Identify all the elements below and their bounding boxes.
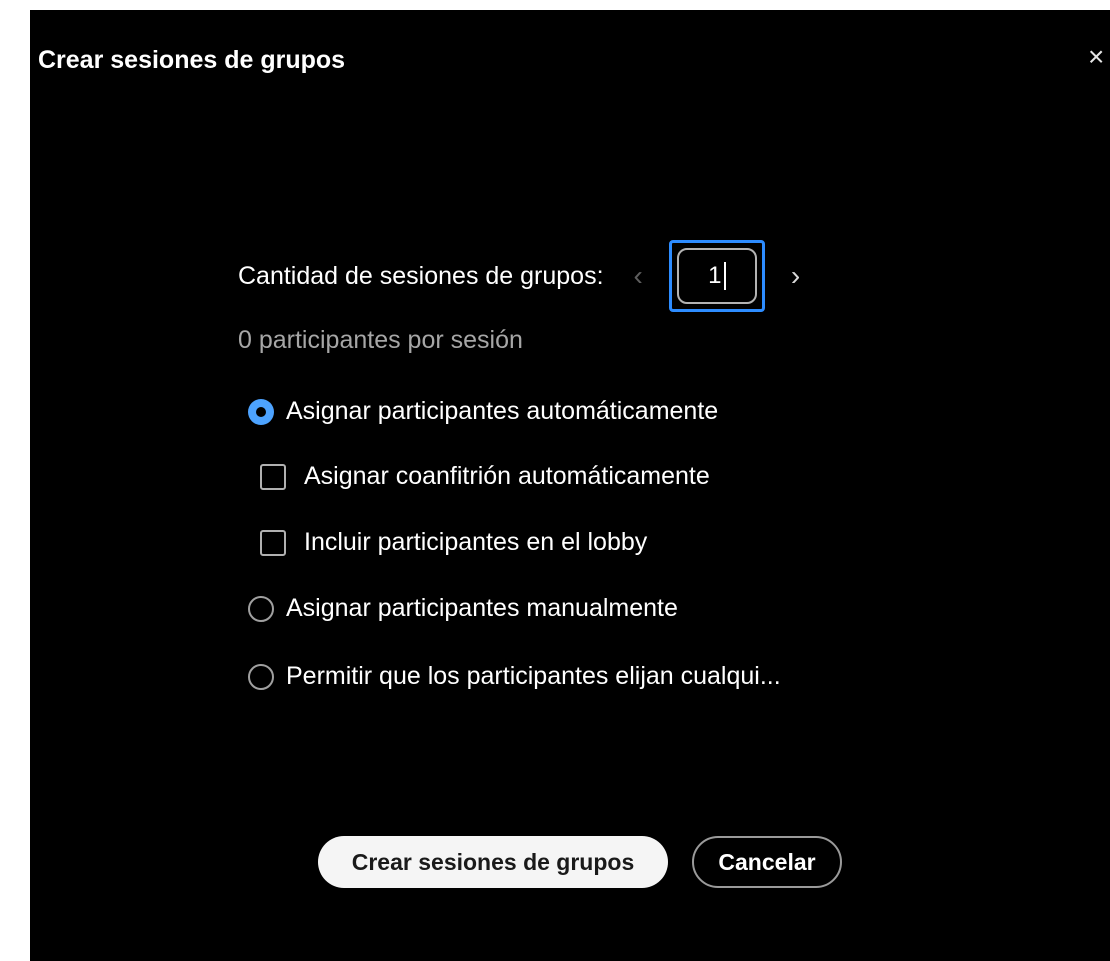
checkbox-include-lobby[interactable]: Incluir participantes en el lobby (260, 528, 647, 557)
cancel-button[interactable]: Cancelar (692, 836, 842, 888)
room-count-stepper[interactable]: 1 (668, 240, 765, 312)
room-count-input[interactable]: 1 (676, 248, 757, 304)
radio-unselected-icon (248, 595, 274, 622)
radio-unselected-icon (248, 663, 274, 690)
radio-assign-automatically-label: Asignar participantes automáticamente (286, 397, 719, 425)
radio-assign-manually-label: Asignar participantes manualmente (286, 594, 678, 622)
room-count-row: Cantidad de sesiones de grupos: ‹ 1 › (238, 238, 800, 314)
checkbox-include-lobby-label: Incluir participantes en el lobby (304, 528, 648, 556)
increment-chevron-right-icon[interactable]: › (791, 261, 800, 291)
room-count-label: Cantidad de sesiones de grupos: (238, 261, 604, 290)
create-breakout-rooms-button[interactable]: Crear sesiones de grupos (318, 836, 668, 888)
checkbox-unchecked-icon (260, 463, 286, 490)
close-icon[interactable]: × (1088, 42, 1110, 72)
radio-let-participants-choose[interactable]: Permitir que los participantes elijan cu… (248, 662, 781, 691)
radio-assign-manually[interactable]: Asignar participantes manualmente (248, 594, 678, 623)
dialog-title: Crear sesiones de grupos (38, 46, 346, 74)
checkbox-auto-cohost[interactable]: Asignar coanfitrión automáticamente (260, 462, 710, 491)
room-count-value: 1 (708, 262, 722, 289)
checkbox-unchecked-icon (260, 529, 286, 556)
decrement-chevron-left-icon[interactable]: ‹ (634, 261, 643, 291)
radio-selected-icon (248, 398, 274, 425)
participants-per-room-text: 0 participantes por sesión (238, 326, 523, 354)
radio-assign-automatically[interactable]: Asignar participantes automáticamente (248, 397, 718, 426)
radio-let-participants-choose-label: Permitir que los participantes elijan cu… (286, 662, 781, 690)
checkbox-auto-cohost-label: Asignar coanfitrión automáticamente (304, 462, 710, 490)
text-caret (723, 262, 726, 290)
breakout-rooms-dialog: Crear sesiones de grupos × Cantidad de s… (30, 10, 1110, 961)
